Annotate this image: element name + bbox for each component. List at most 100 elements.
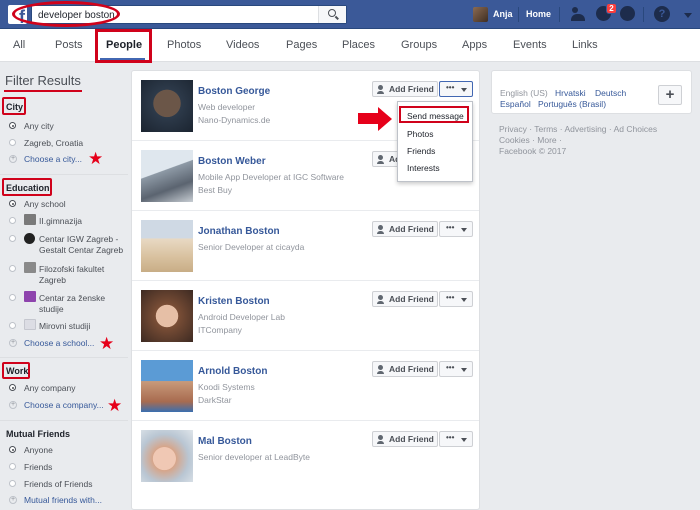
account-menu-caret-icon[interactable] xyxy=(684,13,692,18)
radio-school[interactable] xyxy=(9,322,16,329)
profile-photo[interactable] xyxy=(141,360,193,412)
more-dots-icon: ••• xyxy=(446,433,455,442)
language-link[interactable]: Deutsch xyxy=(595,88,626,98)
radio-friends-of-friends[interactable] xyxy=(9,480,16,487)
radio-school[interactable] xyxy=(9,294,16,301)
tab-apps[interactable]: Apps xyxy=(462,39,487,51)
more-dots-icon: ••• xyxy=(446,83,455,92)
radio-zagreb[interactable] xyxy=(9,139,16,146)
option-friends[interactable]: Friends xyxy=(24,462,52,472)
option-school-line2: Zagreb xyxy=(39,275,66,285)
person-detail: Android Developer Lab xyxy=(198,312,285,322)
person-detail: ITCompany xyxy=(198,325,242,335)
chevron-down-icon xyxy=(461,88,467,92)
option-any-school[interactable]: Any school xyxy=(24,199,66,209)
profile-photo[interactable] xyxy=(141,290,193,342)
radio-school[interactable] xyxy=(9,235,16,242)
city-section-title: City xyxy=(6,102,24,112)
profile-photo[interactable] xyxy=(141,430,193,482)
chevron-down-icon xyxy=(461,438,467,442)
choose-company-link[interactable]: Choose a company... xyxy=(24,400,104,410)
profile-photo[interactable] xyxy=(141,80,193,132)
menu-item-friends[interactable]: Friends xyxy=(407,146,435,156)
search-button[interactable] xyxy=(318,6,346,23)
more-options-button[interactable]: ••• xyxy=(439,431,473,447)
option-zagreb[interactable]: Zagreb, Croatia xyxy=(24,138,83,148)
tab-all[interactable]: All xyxy=(13,39,25,51)
more-options-button[interactable]: ••• xyxy=(439,221,473,237)
tab-groups[interactable]: Groups xyxy=(401,39,437,51)
option-school[interactable]: Centar IGW Zagreb - xyxy=(39,234,118,244)
more-options-button[interactable]: ••• xyxy=(439,291,473,307)
option-school[interactable]: II.gimnazija xyxy=(39,216,82,226)
tab-photos[interactable]: Photos xyxy=(167,39,201,51)
profile-photo[interactable] xyxy=(141,220,193,272)
school-icon xyxy=(24,291,36,302)
add-friend-button[interactable]: Add Friend xyxy=(372,81,438,97)
add-friend-button[interactable]: Add Friend xyxy=(372,221,438,237)
radio-school[interactable] xyxy=(9,265,16,272)
add-language-button[interactable]: + xyxy=(658,85,682,105)
option-school[interactable]: Centar za ženske xyxy=(39,293,105,303)
menu-item-photos[interactable]: Photos xyxy=(407,129,433,139)
tab-videos[interactable]: Videos xyxy=(226,39,259,51)
more-options-button[interactable]: ••• xyxy=(439,81,473,97)
add-friend-button[interactable]: Add Friend xyxy=(372,291,438,307)
person-name-link[interactable]: Jonathan Boston xyxy=(198,226,280,237)
annotation-star-icon: ★ xyxy=(107,396,123,415)
person-detail: Senior developer at LeadByte xyxy=(198,452,310,462)
person-detail: Web developer xyxy=(198,102,256,112)
notifications-globe-icon[interactable] xyxy=(620,6,635,21)
option-school[interactable]: Filozofski fakultet xyxy=(39,264,104,274)
person-name-link[interactable]: Mal Boston xyxy=(198,436,252,447)
person-detail: Mobile App Developer at IGC Software xyxy=(198,172,344,182)
add-friend-button[interactable]: Add Friend xyxy=(372,361,438,377)
language-link[interactable]: Hrvatski xyxy=(555,88,586,98)
profile-photo[interactable] xyxy=(141,150,193,202)
choose-school-link[interactable]: Choose a school... xyxy=(24,338,94,348)
option-school[interactable]: Mirovni studiji xyxy=(39,321,91,331)
search-icon xyxy=(328,9,336,17)
radio-school[interactable] xyxy=(9,217,16,224)
tab-links[interactable]: Links xyxy=(572,39,598,51)
radio-anyone[interactable] xyxy=(9,446,16,453)
choose-city-link[interactable]: Choose a city... xyxy=(24,154,82,164)
option-anyone[interactable]: Anyone xyxy=(24,445,53,455)
quick-help-icon[interactable]: ? xyxy=(654,6,670,22)
user-avatar[interactable] xyxy=(473,7,488,22)
person-name-link[interactable]: Kristen Boston xyxy=(198,296,270,307)
tab-pages[interactable]: Pages xyxy=(286,39,317,51)
person-name-link[interactable]: Boston Weber xyxy=(198,156,266,167)
annotation-circle-search xyxy=(12,1,120,27)
divider xyxy=(0,174,128,175)
footer-links[interactable]: Privacy · Terms · Advertising · Ad Choic… xyxy=(499,124,657,134)
option-any-city[interactable]: Any city xyxy=(24,121,54,131)
person-detail: Nano-Dynamics.de xyxy=(198,115,271,125)
person-name-link[interactable]: Arnold Boston xyxy=(198,366,267,377)
radio-any-company[interactable] xyxy=(9,384,16,391)
language-link[interactable]: Español xyxy=(500,99,531,109)
add-friend-button[interactable]: Add Friend xyxy=(372,431,438,447)
home-link[interactable]: Home xyxy=(526,9,551,19)
radio-any-city[interactable] xyxy=(9,122,16,129)
list-item: Jonathan Boston Senior Developer at cica… xyxy=(132,211,479,281)
option-friends-of-friends[interactable]: Friends of Friends xyxy=(24,479,93,489)
tab-events[interactable]: Events xyxy=(513,39,547,51)
profile-link[interactable]: Anja xyxy=(493,9,513,19)
school-icon xyxy=(24,262,36,273)
footer-links[interactable]: Cookies · More · xyxy=(499,135,562,145)
more-options-button[interactable]: ••• xyxy=(439,361,473,377)
annotation-star-icon: ★ xyxy=(88,149,104,168)
mutual-friends-with-link[interactable]: Mutual friends with... xyxy=(24,495,102,505)
annotation-underline xyxy=(4,90,82,92)
friend-requests-icon[interactable] xyxy=(571,6,587,22)
tab-posts[interactable]: Posts xyxy=(55,39,83,51)
language-link[interactable]: Português (Brasil) xyxy=(538,99,606,109)
person-name-link[interactable]: Boston George xyxy=(198,86,270,97)
radio-any-school[interactable] xyxy=(9,200,16,207)
radio-friends[interactable] xyxy=(9,463,16,470)
option-any-company[interactable]: Any company xyxy=(24,383,76,393)
copyright: Facebook © 2017 xyxy=(499,146,567,156)
tab-places[interactable]: Places xyxy=(342,39,375,51)
menu-item-interests[interactable]: Interests xyxy=(407,163,440,173)
